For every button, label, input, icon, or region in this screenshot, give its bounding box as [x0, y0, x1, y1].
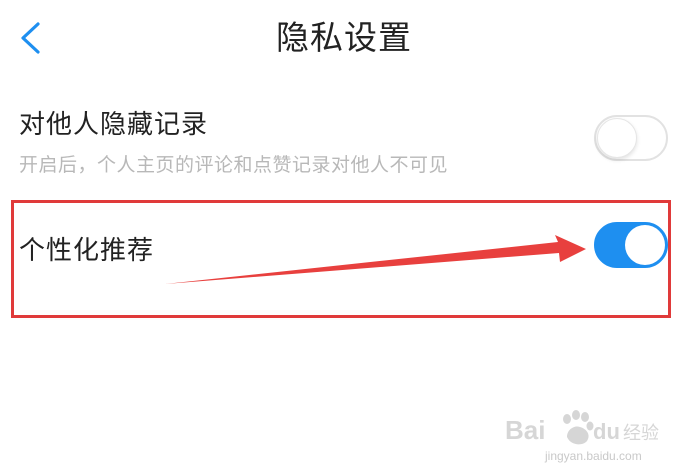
annotation-arrow-icon: [165, 235, 586, 284]
svg-text:Bai: Bai: [505, 415, 545, 445]
svg-text:经验: 经验: [623, 423, 659, 444]
svg-text:du: du: [593, 419, 620, 444]
privacy-settings-page: 隐私设置 对他人隐藏记录 开启后，个人主页的评论和点赞记录对他人不可见 个性化推…: [0, 0, 688, 473]
watermark-url: jingyan.baidu.com: [545, 449, 642, 463]
baidu-watermark-logo: Bai du 经验: [505, 410, 659, 445]
